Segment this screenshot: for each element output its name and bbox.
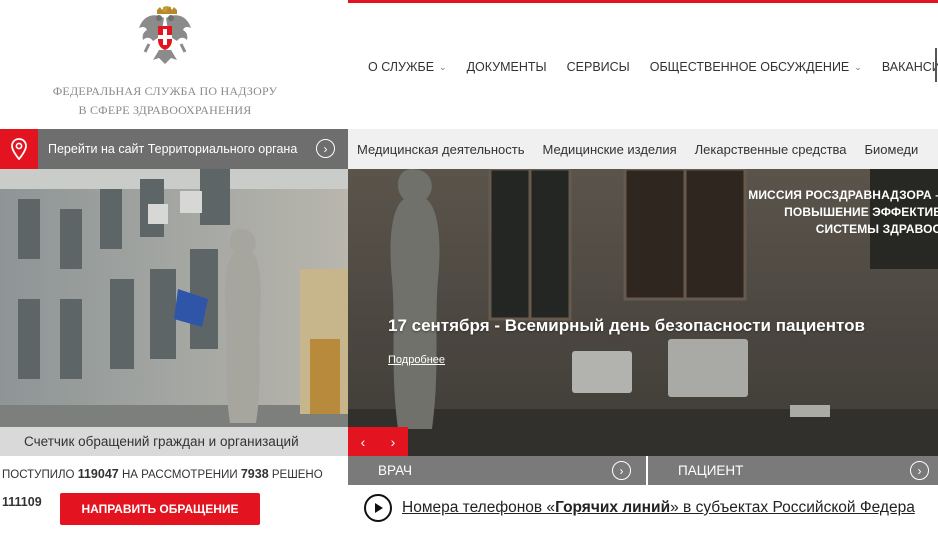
nav-services[interactable]: СЕРВИСЫ	[557, 60, 640, 74]
logo-block[interactable]: ФЕДЕРАЛЬНАЯ СЛУЖБА ПО НАДЗОРУ В СФЕРЕ ЗД…	[0, 0, 335, 128]
appeals-counter-title: Счетчик обращений граждан и организаций	[0, 427, 348, 456]
nav-vacancies[interactable]: ВАКАНСИИ	[872, 60, 938, 74]
org-name-line1: ФЕДЕРАЛЬНАЯ СЛУЖБА ПО НАДЗОРУ	[52, 84, 278, 98]
mission-line1: МИССИЯ РОСЗДРАВНАДЗОРА –	[748, 188, 938, 202]
chevron-down-icon: ⌄	[439, 62, 447, 72]
chevron-left-icon[interactable]: ‹	[348, 427, 378, 456]
mission-statement: МИССИЯ РОСЗДРАВНАДЗОРА – ПОВЫШЕНИЕ ЭФФЕК…	[692, 187, 938, 238]
chevron-down-icon: ⌄	[854, 62, 862, 72]
hero-banner: МИССИЯ РОСЗДРАВНАДЗОРА – ПОВЫШЕНИЕ ЭФФЕК…	[0, 169, 938, 456]
mission-line3: СИСТЕМЫ ЗДРАВОО	[815, 222, 938, 236]
received-value: 119047	[77, 467, 119, 481]
top-accent-line	[348, 0, 938, 3]
received-label: ПОСТУПИЛО	[2, 469, 75, 481]
nav-vacancies-label: ВАКАНСИИ	[881, 60, 938, 74]
nav-about-label: О СЛУЖБЕ	[368, 60, 435, 74]
hotline-link-row: Номера телефонов «Горячих линий» в субъе…	[364, 494, 915, 522]
hotline-prefix: Номера телефонов «	[402, 499, 556, 516]
role-patient-label: ПАЦИЕНТ	[678, 463, 744, 478]
review-value: 7938	[240, 467, 269, 481]
hero-more-link[interactable]: Подробнее	[388, 354, 445, 366]
org-name: ФЕДЕРАЛЬНАЯ СЛУЖБА ПО НАДЗОРУ В СФЕРЕ ЗД…	[50, 82, 280, 120]
territory-link-label: Перейти на сайт Территориального органа	[48, 142, 298, 156]
arrow-right-circle-icon: ›	[612, 461, 631, 480]
appeals-counter-title-text: Счетчик обращений граждан и организаций	[24, 434, 299, 449]
territory-link-bar[interactable]: Перейти на сайт Территориального органа …	[0, 129, 348, 169]
nav-about[interactable]: О СЛУЖБЕ ⌄	[358, 60, 457, 74]
role-patient-button[interactable]: ПАЦИЕНТ ›	[648, 456, 938, 485]
hotline-suffix: » в субъектах Российской Федера	[670, 499, 915, 516]
category-medicines[interactable]: Лекарственные средства	[686, 142, 856, 157]
nav-public-discussion-label: ОБЩЕСТВЕННОЕ ОБСУЖДЕНИЕ	[649, 60, 850, 74]
category-medical-activity[interactable]: Медицинская деятельность	[348, 142, 533, 157]
arrow-right-circle-icon: ›	[316, 139, 335, 158]
nav-documents[interactable]: ДОКУМЕНТЫ	[457, 60, 557, 74]
submit-appeal-button[interactable]: НАПРАВИТЬ ОБРАЩЕНИЕ	[60, 493, 260, 525]
role-doctor-button[interactable]: ВРАЧ ›	[348, 456, 646, 485]
category-bar: Медицинская деятельность Медицинские изд…	[348, 129, 938, 169]
category-medical-devices[interactable]: Медицинские изделия	[533, 142, 685, 157]
play-icon[interactable]	[364, 494, 392, 522]
nav-divider	[935, 48, 937, 82]
chevron-right-icon[interactable]: ›	[378, 427, 408, 456]
resolved-value: 111109	[2, 495, 42, 509]
main-nav: О СЛУЖБЕ ⌄ ДОКУМЕНТЫ СЕРВИСЫ ОБЩЕСТВЕННО…	[358, 56, 938, 78]
arrow-right-circle-icon: ›	[910, 461, 929, 480]
nav-public-discussion[interactable]: ОБЩЕСТВЕННОЕ ОБСУЖДЕНИЕ ⌄	[640, 60, 872, 74]
emblem-icon	[139, 6, 191, 64]
resolved-label: РЕШЕНО	[271, 469, 323, 481]
role-doctor-label: ВРАЧ	[378, 463, 413, 478]
mission-line2: ПОВЫШЕНИЕ ЭФФЕКТИВ	[784, 205, 938, 219]
hero-headline: 17 сентября - Всемирный день безопасност…	[388, 316, 865, 335]
slider-nav: ‹ ›	[348, 427, 408, 456]
nav-services-label: СЕРВИСЫ	[566, 60, 630, 74]
org-name-line2: В СФЕРЕ ЗДРАВООХРАНЕНИЯ	[78, 103, 252, 117]
hotline-bold: Горячих линий	[555, 499, 671, 516]
location-pin-icon	[0, 129, 38, 169]
nav-documents-label: ДОКУМЕНТЫ	[466, 60, 547, 74]
category-biomedical[interactable]: Биомеди	[856, 142, 928, 157]
hotline-link[interactable]: Номера телефонов «Горячих линий» в субъе…	[402, 499, 915, 517]
review-label: НА РАССМОТРЕНИИ	[121, 469, 238, 481]
